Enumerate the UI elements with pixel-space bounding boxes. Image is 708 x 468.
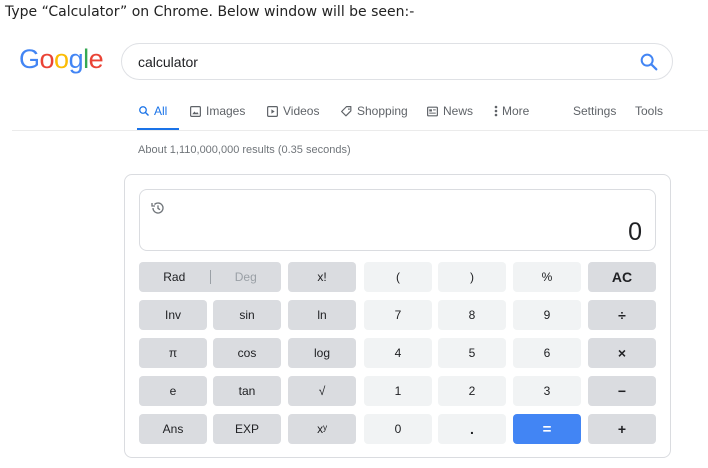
logo-letter: g xyxy=(68,44,84,74)
key-decimal[interactable]: . xyxy=(438,414,506,444)
logo-letter: G xyxy=(19,44,40,74)
key-divide[interactable]: ÷ xyxy=(588,300,656,330)
key-6[interactable]: 6 xyxy=(513,338,581,368)
tab-settings[interactable]: Settings xyxy=(573,104,616,118)
key-exp[interactable]: EXP xyxy=(213,414,281,444)
tabs-divider xyxy=(12,130,708,131)
calculator-result: 0 xyxy=(628,218,642,246)
key-add[interactable]: + xyxy=(588,414,656,444)
tab-more[interactable]: More xyxy=(494,104,529,118)
rad-button[interactable]: Rad xyxy=(139,270,210,284)
logo-letter: o xyxy=(39,44,55,74)
key-inv[interactable]: Inv xyxy=(139,300,207,330)
key-cos[interactable]: cos xyxy=(213,338,281,368)
history-icon xyxy=(151,202,164,214)
tab-tools[interactable]: Tools xyxy=(635,104,663,118)
calculator-widget: 0 Rad Deg x!()% AC Inv sin ln 7 8 9 ÷ π cos log 4 5 6 × e t… xyxy=(124,174,671,458)
tab-label: Tools xyxy=(635,104,664,118)
tab-label: Images xyxy=(206,104,246,118)
key-pi[interactable]: π xyxy=(139,338,207,368)
key-4[interactable]: 4 xyxy=(364,338,432,368)
key-1[interactable]: 1 xyxy=(364,376,432,406)
key-equals[interactable]: = xyxy=(513,414,581,444)
tab-label: More xyxy=(502,104,530,118)
key-subtract[interactable]: − xyxy=(588,376,656,406)
tab-label: Shopping xyxy=(357,104,408,118)
deg-button[interactable]: Deg xyxy=(211,270,282,284)
search-icon xyxy=(139,106,149,116)
tab-shopping[interactable]: Shopping xyxy=(340,104,408,118)
key-power[interactable]: xʸ xyxy=(288,414,356,444)
tab-label: All xyxy=(154,104,168,118)
key-factorial[interactable]: x! xyxy=(288,262,356,292)
search-button[interactable] xyxy=(638,51,660,73)
key-ans[interactable]: Ans xyxy=(139,414,207,444)
key-log[interactable]: log xyxy=(288,338,356,368)
search-box[interactable]: calculator xyxy=(121,43,673,80)
tab-label: News xyxy=(443,104,474,118)
more-vertical-icon xyxy=(494,105,498,117)
logo-letter: e xyxy=(88,44,104,74)
key-multiply[interactable]: × xyxy=(588,338,656,368)
key-0[interactable]: 0 xyxy=(364,414,432,444)
key-ln[interactable]: ln xyxy=(288,300,356,330)
key-8[interactable]: 8 xyxy=(438,300,506,330)
calculator-display: 0 xyxy=(139,189,656,251)
google-logo[interactable]: Google xyxy=(19,44,104,75)
key-sin[interactable]: sin xyxy=(213,300,281,330)
tab-images[interactable]: Images xyxy=(189,104,245,118)
tag-icon xyxy=(341,105,352,116)
key-open-paren[interactable]: ( xyxy=(364,262,432,292)
key-close-paren[interactable]: ) xyxy=(438,262,506,292)
play-icon xyxy=(267,105,278,117)
tab-label: Videos xyxy=(283,104,320,118)
image-icon xyxy=(190,105,201,117)
key-ac[interactable]: AC xyxy=(588,262,656,292)
key-e[interactable]: e xyxy=(139,376,207,406)
page-caption: Type “Calculator” on Chrome. Below windo… xyxy=(5,4,415,20)
search-icon xyxy=(640,53,658,71)
rad-deg-toggle[interactable]: Rad Deg xyxy=(139,262,281,292)
key-tan[interactable]: tan xyxy=(213,376,281,406)
search-input[interactable]: calculator xyxy=(138,54,198,70)
key-2[interactable]: 2 xyxy=(438,376,506,406)
key-3[interactable]: 3 xyxy=(513,376,581,406)
search-tabs: All Images Videos Shopping News More Set… xyxy=(0,101,708,131)
key-sqrt[interactable]: √ xyxy=(288,376,356,406)
tab-videos[interactable]: Videos xyxy=(266,104,319,118)
tab-news[interactable]: News xyxy=(426,104,473,118)
history-button[interactable] xyxy=(150,200,166,221)
key-7[interactable]: 7 xyxy=(364,300,432,330)
newspaper-icon xyxy=(427,106,438,116)
tab-label: Settings xyxy=(573,104,617,118)
key-9[interactable]: 9 xyxy=(513,300,581,330)
key-5[interactable]: 5 xyxy=(438,338,506,368)
key-percent[interactable]: % xyxy=(513,262,581,292)
logo-letter: o xyxy=(54,44,69,74)
tab-all[interactable]: All xyxy=(138,104,167,118)
result-stats: About 1,110,000,000 results (0.35 second… xyxy=(138,144,351,156)
